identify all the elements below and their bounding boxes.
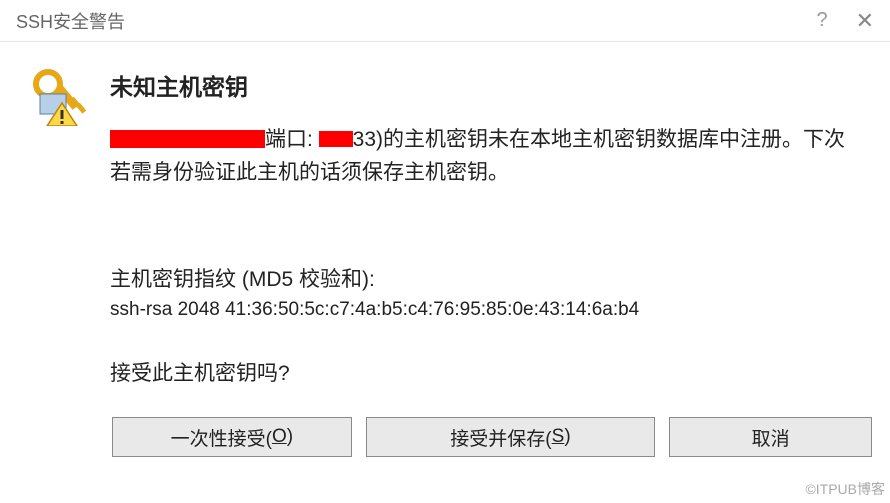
accept-save-tail: ) (564, 426, 570, 448)
port-partial: 33 (353, 128, 376, 151)
dialog-content: 未知主机密钥 端口: 33)的主机密钥未在本地主机密钥数据库中注册。下次若需身份… (0, 42, 890, 417)
cancel-label: 取消 (752, 424, 790, 451)
cancel-button[interactable]: 取消 (669, 417, 872, 457)
key-warning-icon (30, 68, 92, 126)
redacted-host (110, 130, 265, 148)
accept-save-key: S (552, 426, 565, 448)
titlebar: SSH安全警告 ? ✕ (0, 0, 890, 42)
titlebar-controls: ? ✕ (816, 8, 874, 34)
port-label: 端口: (265, 128, 319, 151)
dialog-heading: 未知主机密钥 (110, 68, 852, 102)
fingerprint-label: 主机密钥指纹 (MD5 校验和): (110, 263, 852, 293)
dialog-body: 未知主机密钥 端口: 33)的主机密钥未在本地主机密钥数据库中注册。下次若需身份… (110, 68, 872, 417)
watermark: ©ITPUB博客 (805, 479, 885, 499)
accept-save-label: 接受并保存( (450, 424, 551, 451)
window-title: SSH安全警告 (16, 8, 816, 34)
accept-question: 接受此主机密钥吗? (110, 357, 852, 387)
accept-once-key: O (272, 426, 287, 448)
dialog-description: 端口: 33)的主机密钥未在本地主机密钥数据库中注册。下次若需身份验证此主机的话… (110, 124, 852, 189)
icon-column (30, 68, 110, 417)
accept-once-tail: ) (287, 426, 293, 448)
accept-once-label: 一次性接受( (171, 424, 272, 451)
fingerprint-value: ssh-rsa 2048 41:36:50:5c:c7:4a:b5:c4:76:… (110, 299, 852, 321)
close-button[interactable]: ✕ (856, 8, 874, 34)
help-button[interactable]: ? (816, 9, 827, 32)
redacted-port (319, 131, 353, 147)
button-row: 一次性接受(O) 接受并保存(S) 取消 (0, 417, 890, 457)
accept-once-button[interactable]: 一次性接受(O) (112, 417, 352, 457)
accept-save-button[interactable]: 接受并保存(S) (366, 417, 656, 457)
